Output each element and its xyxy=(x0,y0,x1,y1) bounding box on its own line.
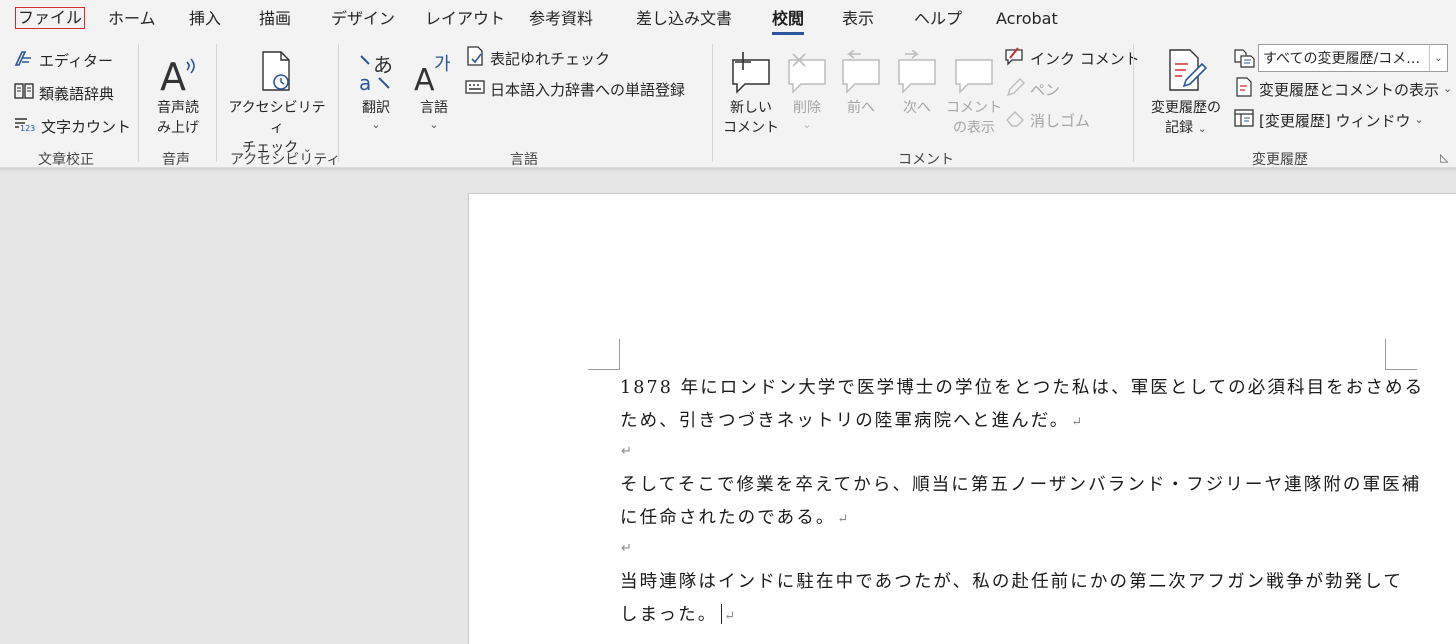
read-aloud-icon: A xyxy=(156,42,200,94)
crop-mark-right-horizontal xyxy=(1385,369,1417,370)
track-changes-icon xyxy=(1164,42,1208,94)
keyboard-icon xyxy=(464,78,486,100)
group-divider xyxy=(216,44,217,162)
translate-button[interactable]: あa 翻訳 ⌄ xyxy=(350,42,402,132)
group-label-accessibility: アクセシビリティ xyxy=(230,152,341,168)
document-line[interactable]: ため、引きつづきネットリの陸軍病院へと進んだ。 ↵ xyxy=(620,410,1082,434)
language-icon: A가 xyxy=(412,42,456,94)
language-button[interactable]: A가 言語 ⌄ xyxy=(408,42,460,132)
group-divider xyxy=(1133,44,1134,162)
pen-button[interactable]: ペン xyxy=(1004,77,1060,101)
new-comment-icon xyxy=(729,42,773,94)
display-for-review-icon xyxy=(1233,48,1255,72)
svg-text:A: A xyxy=(160,55,186,94)
spelling-variants-button[interactable]: 表記ゆれチェック xyxy=(464,46,610,70)
delete-comment-icon xyxy=(785,42,829,94)
editor-button[interactable]: エディター xyxy=(13,48,113,72)
document-line[interactable]: そしてそこで修業を卒えてから、順当に第五ノーザンバランド・フジリーヤ連隊附の軍医… xyxy=(620,474,1421,496)
show-markup-icon xyxy=(1233,76,1255,102)
thesaurus-button[interactable]: 類義語辞典 xyxy=(13,81,114,105)
show-comments-icon xyxy=(952,42,996,94)
paragraph-mark: ↵ xyxy=(724,609,736,624)
svg-text:A: A xyxy=(414,63,435,94)
crop-mark-left-horizontal xyxy=(588,369,620,370)
new-comment-button[interactable]: 新しい コメント xyxy=(722,42,780,138)
read-aloud-button[interactable]: A 音声読 み上げ xyxy=(148,42,208,138)
group-divider xyxy=(712,44,713,162)
group-label-tracking: 変更履歴 xyxy=(1252,152,1308,168)
eraser-button[interactable]: 消しゴム xyxy=(1004,108,1090,132)
word-count-button[interactable]: 123 文字カウント xyxy=(13,114,131,138)
reviewing-pane-button[interactable]: [変更履歴] ウィンドウ ⌄ xyxy=(1233,108,1424,132)
translate-icon: あa xyxy=(355,42,397,94)
tab-view[interactable]: 表示 xyxy=(842,9,874,29)
svg-text:あ: あ xyxy=(373,53,393,77)
document-line[interactable]: しまった。 ↵ xyxy=(620,604,735,628)
ime-dictionary-button[interactable]: 日本語入力辞書への単語登録 xyxy=(464,77,685,101)
ribbon-review: エディター 類義語辞典 123 文字カウント 文章校正 A 音声読 み上げ 音声… xyxy=(0,38,1456,168)
previous-comment-icon xyxy=(839,42,883,94)
document-line[interactable]: に任命されたのである。 ↵ xyxy=(620,507,848,531)
ribbon-tab-bar: ファイル ホーム 挿入 描画 デザイン レイアウト 参考資料 差し込み文書 校閲… xyxy=(0,0,1456,38)
chevron-down-icon: ⌄ xyxy=(802,118,812,131)
ribbon-shadow xyxy=(0,168,1456,172)
crop-mark-right-vertical xyxy=(1385,339,1386,370)
group-label-proofing: 文章校正 xyxy=(38,152,94,168)
group-divider xyxy=(138,44,139,162)
markup-display-select[interactable]: すべての変更履歴/コメ… ⌄ xyxy=(1258,44,1448,72)
editor-icon xyxy=(13,48,35,72)
accessibility-check-button[interactable]: アクセシビリティ チェック ⌄ xyxy=(226,42,328,158)
dialog-launcher-icon[interactable]: ◺ xyxy=(1440,151,1448,164)
chevron-down-icon[interactable]: ⌄ xyxy=(1429,45,1447,71)
eraser-icon xyxy=(1004,108,1026,132)
document-line[interactable]: 1878 年にロンドン大学で医学博士の学位をとつた私は、軍医としての必須科目をお… xyxy=(620,377,1424,399)
tab-review[interactable]: 校閲 xyxy=(772,9,805,35)
group-label-language: 言語 xyxy=(510,152,538,168)
tab-layout[interactable]: レイアウト xyxy=(425,9,505,29)
next-comment-icon xyxy=(895,42,939,94)
svg-text:a: a xyxy=(359,71,371,94)
chevron-down-icon: ⌄ xyxy=(371,118,381,131)
chevron-down-icon: ⌄ xyxy=(1197,122,1207,135)
next-comment-button[interactable]: 次へ xyxy=(892,42,942,118)
paragraph-mark: ↵ xyxy=(621,541,632,556)
paragraph-mark: ↵ xyxy=(621,444,632,459)
tab-draw[interactable]: 描画 xyxy=(259,9,291,29)
chevron-down-icon: ⌄ xyxy=(1414,113,1424,126)
pen-icon xyxy=(1004,77,1026,101)
group-label-speech: 音声 xyxy=(162,152,190,168)
ink-comment-button[interactable]: インク コメント xyxy=(1004,46,1140,70)
group-divider xyxy=(338,44,339,162)
previous-comment-button[interactable]: 前へ xyxy=(836,42,886,118)
crop-mark-left-vertical xyxy=(619,339,620,370)
tab-insert[interactable]: 挿入 xyxy=(189,9,221,29)
reviewing-pane-icon xyxy=(1233,108,1255,132)
word-count-icon: 123 xyxy=(13,114,37,138)
ink-comment-icon xyxy=(1004,46,1026,70)
tab-help[interactable]: ヘルプ xyxy=(914,9,962,29)
show-comments-button[interactable]: コメント の表示 xyxy=(946,42,1002,138)
tab-acrobat[interactable]: Acrobat xyxy=(996,9,1058,29)
tab-references[interactable]: 参考資料 xyxy=(529,9,593,29)
paragraph-mark: ↵ xyxy=(837,512,849,527)
delete-comment-button[interactable]: 削除 ⌄ xyxy=(782,42,832,132)
book-icon xyxy=(13,81,35,105)
tab-design[interactable]: デザイン xyxy=(331,9,395,29)
tab-mailings[interactable]: 差し込み文書 xyxy=(636,9,732,29)
chevron-down-icon: ⌄ xyxy=(1443,82,1453,95)
chevron-down-icon: ⌄ xyxy=(429,118,439,131)
text-cursor xyxy=(721,604,723,624)
spelling-check-icon xyxy=(464,45,486,71)
tab-home[interactable]: ホーム xyxy=(108,9,156,29)
show-markup-button[interactable]: 変更履歴とコメントの表示 ⌄ xyxy=(1233,77,1452,101)
tab-file[interactable]: ファイル xyxy=(15,7,86,29)
track-changes-button[interactable]: 変更履歴の 記録 ⌄ xyxy=(1142,42,1230,138)
accessibility-icon xyxy=(257,42,297,94)
svg-text:123: 123 xyxy=(20,124,35,133)
svg-text:가: 가 xyxy=(434,54,451,75)
group-label-comments: コメント xyxy=(898,152,954,168)
document-line[interactable]: 当時連隊はインドに駐在中であつたが、私の赴任前にかの第二次アフガン戦争が勃発して xyxy=(620,571,1403,593)
paragraph-mark: ↵ xyxy=(1071,415,1083,430)
